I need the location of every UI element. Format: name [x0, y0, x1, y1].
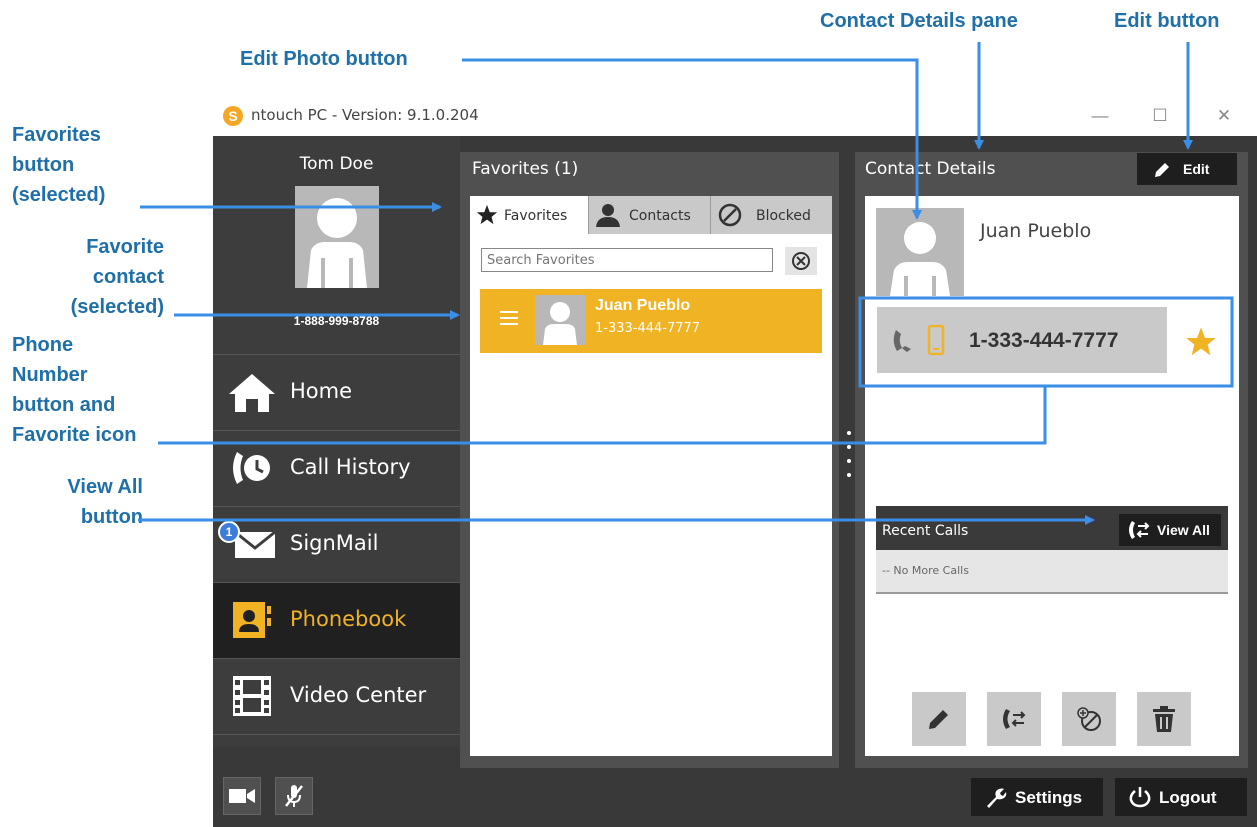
block-add-icon [1077, 707, 1101, 731]
audio-mute-button[interactable] [275, 777, 313, 815]
blocked-icon [718, 203, 742, 227]
recent-calls-list: -- No More Calls [876, 550, 1228, 594]
tab-label: Contacts [629, 208, 691, 224]
contact-details-container: Juan Pueblo 1-333-444-7777 Recent Calls [865, 196, 1239, 756]
view-all-label: View All [1157, 522, 1210, 538]
mobile-phone-icon [927, 325, 945, 355]
callout-view-all: View All button [67, 476, 143, 528]
sidebar-item-label: SignMail [290, 531, 379, 555]
phone-number-label: 1-333-444-7777 [969, 329, 1119, 352]
recent-calls-title: Recent Calls [882, 523, 969, 539]
edit-photo-button[interactable] [876, 208, 964, 296]
hamburger-icon [500, 311, 518, 325]
favorites-list-container: Favorites Contacts Blocked Search Favori… [470, 196, 832, 756]
callout-phone-number: Phone Number button and Favorite icon [12, 334, 137, 446]
minimize-button[interactable]: — [1085, 102, 1115, 130]
app-logo-icon: S [223, 106, 243, 126]
sidebar-item-label: Call History [290, 455, 411, 479]
pencil-icon [1155, 163, 1169, 177]
sidebar-item-home[interactable]: Home [213, 354, 460, 430]
favorites-title: Favorites (1) [472, 159, 579, 179]
phonebook-icon [233, 602, 271, 638]
contact-name: Juan Pueblo [595, 297, 691, 314]
call-swap-icon [1129, 521, 1150, 539]
person-icon [890, 222, 950, 296]
app-window: S ntouch PC - Version: 9.1.0.204 — ☐ ✕ T… [213, 96, 1257, 827]
panel-resize-grip[interactable] [847, 431, 853, 491]
wrench-icon [987, 788, 1007, 808]
delete-contact-button[interactable] [1137, 692, 1191, 746]
sidebar-item-call-history[interactable]: Call History [213, 430, 460, 506]
logout-label: Logout [1159, 788, 1217, 807]
home-icon [229, 374, 275, 412]
callout-favorites-button: Favorites button (selected) [12, 124, 106, 206]
sidebar-item-signmail[interactable]: 1 SignMail [213, 506, 460, 582]
power-icon [1129, 787, 1151, 808]
unread-badge: 1 [218, 521, 240, 543]
contact-details-title: Contact Details [865, 159, 996, 179]
callout-favorite-contact: Favorite contact (selected) [70, 236, 164, 318]
search-favorites-input[interactable] [481, 248, 773, 272]
user-phone-number: 1-888-999-8788 [293, 314, 380, 328]
tab-favorites[interactable]: Favorites [470, 196, 589, 234]
phone-number-button[interactable]: 1-333-444-7777 [877, 307, 1167, 373]
user-avatar[interactable] [295, 186, 379, 288]
video-toggle-button[interactable] [223, 777, 261, 815]
edit-contact-button[interactable] [912, 692, 966, 746]
callout-edit-photo: Edit Photo button [240, 48, 408, 70]
edit-label: Edit [1183, 161, 1210, 177]
clear-icon [792, 252, 810, 270]
favorite-star-icon[interactable] [1185, 326, 1217, 358]
trash-icon [1153, 706, 1175, 732]
edit-button[interactable]: Edit [1137, 153, 1237, 185]
block-contact-button[interactable] [1062, 692, 1116, 746]
logout-button[interactable]: Logout [1115, 778, 1247, 816]
title-bar: S ntouch PC - Version: 9.1.0.204 — ☐ ✕ [213, 96, 1257, 136]
sidebar-item-label: Video Center [290, 683, 427, 707]
tab-label: Blocked [756, 208, 811, 224]
star-icon [476, 204, 498, 225]
recent-calls-header: Recent Calls View All [876, 506, 1228, 550]
no-calls-text: -- No More Calls [882, 564, 969, 577]
tab-blocked[interactable]: Blocked [711, 196, 832, 234]
pencil-icon [929, 710, 948, 729]
tab-label: Favorites [504, 208, 568, 224]
maximize-button[interactable]: ☐ [1145, 102, 1175, 130]
sidebar-item-label: Home [290, 379, 353, 403]
favorite-contact-row[interactable]: Juan Pueblo 1-333-444-7777 [480, 289, 822, 353]
call-contact-button[interactable] [987, 692, 1041, 746]
close-button[interactable]: ✕ [1209, 102, 1239, 130]
sidebar-item-label: Phonebook [290, 607, 407, 631]
settings-button[interactable]: Settings [971, 778, 1103, 816]
contact-details-panel: Contact Details Edit Juan Pueblo 1-333-4… [855, 152, 1248, 768]
contacts-icon [596, 204, 620, 227]
clear-search-button[interactable] [785, 247, 817, 275]
user-name: Tom Doe [299, 154, 374, 174]
contact-phone: 1-333-444-7777 [595, 321, 701, 336]
contact-name: Juan Pueblo [980, 220, 1092, 242]
person-icon [543, 302, 577, 345]
callout-contact-details: Contact Details pane [820, 10, 1018, 32]
sidebar-item-video-center[interactable]: Video Center [213, 658, 460, 735]
window-title: ntouch PC - Version: 9.1.0.204 [251, 106, 479, 124]
callout-edit-button: Edit button [1114, 10, 1220, 32]
sidebar-item-phonebook[interactable]: Phonebook [213, 582, 460, 658]
call-swap-icon [1003, 709, 1026, 729]
person-icon [307, 198, 367, 288]
video-camera-icon [229, 789, 255, 803]
favorites-panel: Favorites (1) Favorites Contacts Blocked [460, 152, 839, 768]
microphone-muted-icon [285, 785, 303, 807]
view-all-button[interactable]: View All [1119, 514, 1221, 546]
contact-avatar [535, 295, 585, 345]
tab-contacts[interactable]: Contacts [589, 196, 711, 234]
call-history-icon [233, 452, 270, 484]
settings-label: Settings [1015, 788, 1083, 807]
phone-icon [893, 330, 911, 352]
bottom-bar: Settings Logout [213, 769, 1257, 827]
sidebar: Tom Doe 1-888-999-8788 Home Call History [213, 136, 460, 747]
film-icon [233, 676, 271, 716]
